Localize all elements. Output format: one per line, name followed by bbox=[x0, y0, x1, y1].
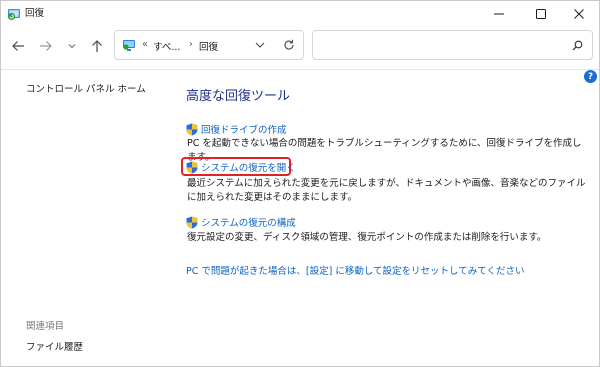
create-recovery-drive-link[interactable]: 回復ドライブの作成 bbox=[186, 122, 287, 136]
control-panel-window: 回復 « すべ... › 回復 コントロール パネル ホーム 関連項目 ファイル… bbox=[0, 0, 600, 367]
chevron-down-icon bbox=[68, 44, 76, 49]
tool-description: 最近システムに加えられた変更を元に戻しますが、ドキュメントや画像、音楽などのファ… bbox=[187, 178, 586, 203]
maximize-icon bbox=[536, 9, 546, 19]
reset-pc-settings-link[interactable]: PC で問題が起きた場合は、[設定] に移動して設定をリセットしてみてください bbox=[186, 263, 524, 277]
recovery-app-icon bbox=[7, 9, 20, 21]
file-history-link[interactable]: ファイル履歴 bbox=[26, 339, 83, 353]
toolbar-divider bbox=[1, 69, 599, 70]
close-button[interactable] bbox=[559, 1, 599, 27]
title-bar: 回復 bbox=[1, 1, 599, 27]
window-title: 回復 bbox=[25, 8, 45, 19]
minimize-button[interactable] bbox=[479, 1, 519, 27]
tool-label[interactable]: 回復ドライブの作成 bbox=[201, 122, 287, 136]
chevron-down-icon[interactable] bbox=[255, 41, 265, 49]
refresh-icon[interactable] bbox=[283, 39, 295, 51]
arrow-left-icon bbox=[12, 41, 24, 51]
search-icon[interactable] bbox=[572, 40, 583, 51]
address-bar[interactable]: « すべ... › 回復 bbox=[114, 30, 304, 60]
recent-locations-button[interactable] bbox=[63, 37, 81, 55]
page-title: 高度な回復ツール bbox=[186, 89, 291, 104]
address-overflow[interactable]: « bbox=[142, 39, 148, 50]
tool-label[interactable]: システムの復元を開く bbox=[201, 160, 296, 174]
related-heading: 関連項目 bbox=[26, 321, 65, 332]
arrow-right-icon bbox=[40, 41, 52, 51]
forward-button[interactable] bbox=[37, 37, 55, 55]
breadcrumb-recovery[interactable]: 回復 bbox=[199, 39, 218, 53]
open-system-restore-link[interactable]: システムの復元を開く bbox=[186, 160, 296, 174]
up-button[interactable] bbox=[88, 37, 106, 55]
control-panel-home-link[interactable]: コントロール パネル ホーム bbox=[26, 81, 146, 95]
breadcrumb-all-items[interactable]: すべ... bbox=[153, 39, 180, 53]
arrow-up-icon bbox=[92, 40, 102, 52]
help-button[interactable]: ? bbox=[584, 70, 597, 83]
maximize-button[interactable] bbox=[521, 1, 561, 27]
minimize-icon bbox=[494, 13, 504, 15]
close-icon bbox=[574, 9, 584, 19]
uac-shield-icon bbox=[186, 161, 198, 173]
search-input[interactable] bbox=[321, 37, 561, 53]
uac-shield-icon bbox=[186, 216, 198, 228]
tool-label[interactable]: システムの復元の構成 bbox=[201, 215, 296, 229]
configure-system-restore-link[interactable]: システムの復元の構成 bbox=[186, 215, 296, 229]
tool-description: 復元設定の変更、ディスク領域の管理、復元ポイントの作成または削除を行います。 bbox=[187, 232, 547, 243]
uac-shield-icon bbox=[186, 123, 198, 135]
back-button[interactable] bbox=[9, 37, 27, 55]
search-box[interactable] bbox=[312, 30, 593, 60]
control-panel-icon bbox=[123, 40, 135, 51]
breadcrumb-separator[interactable]: › bbox=[189, 39, 193, 50]
